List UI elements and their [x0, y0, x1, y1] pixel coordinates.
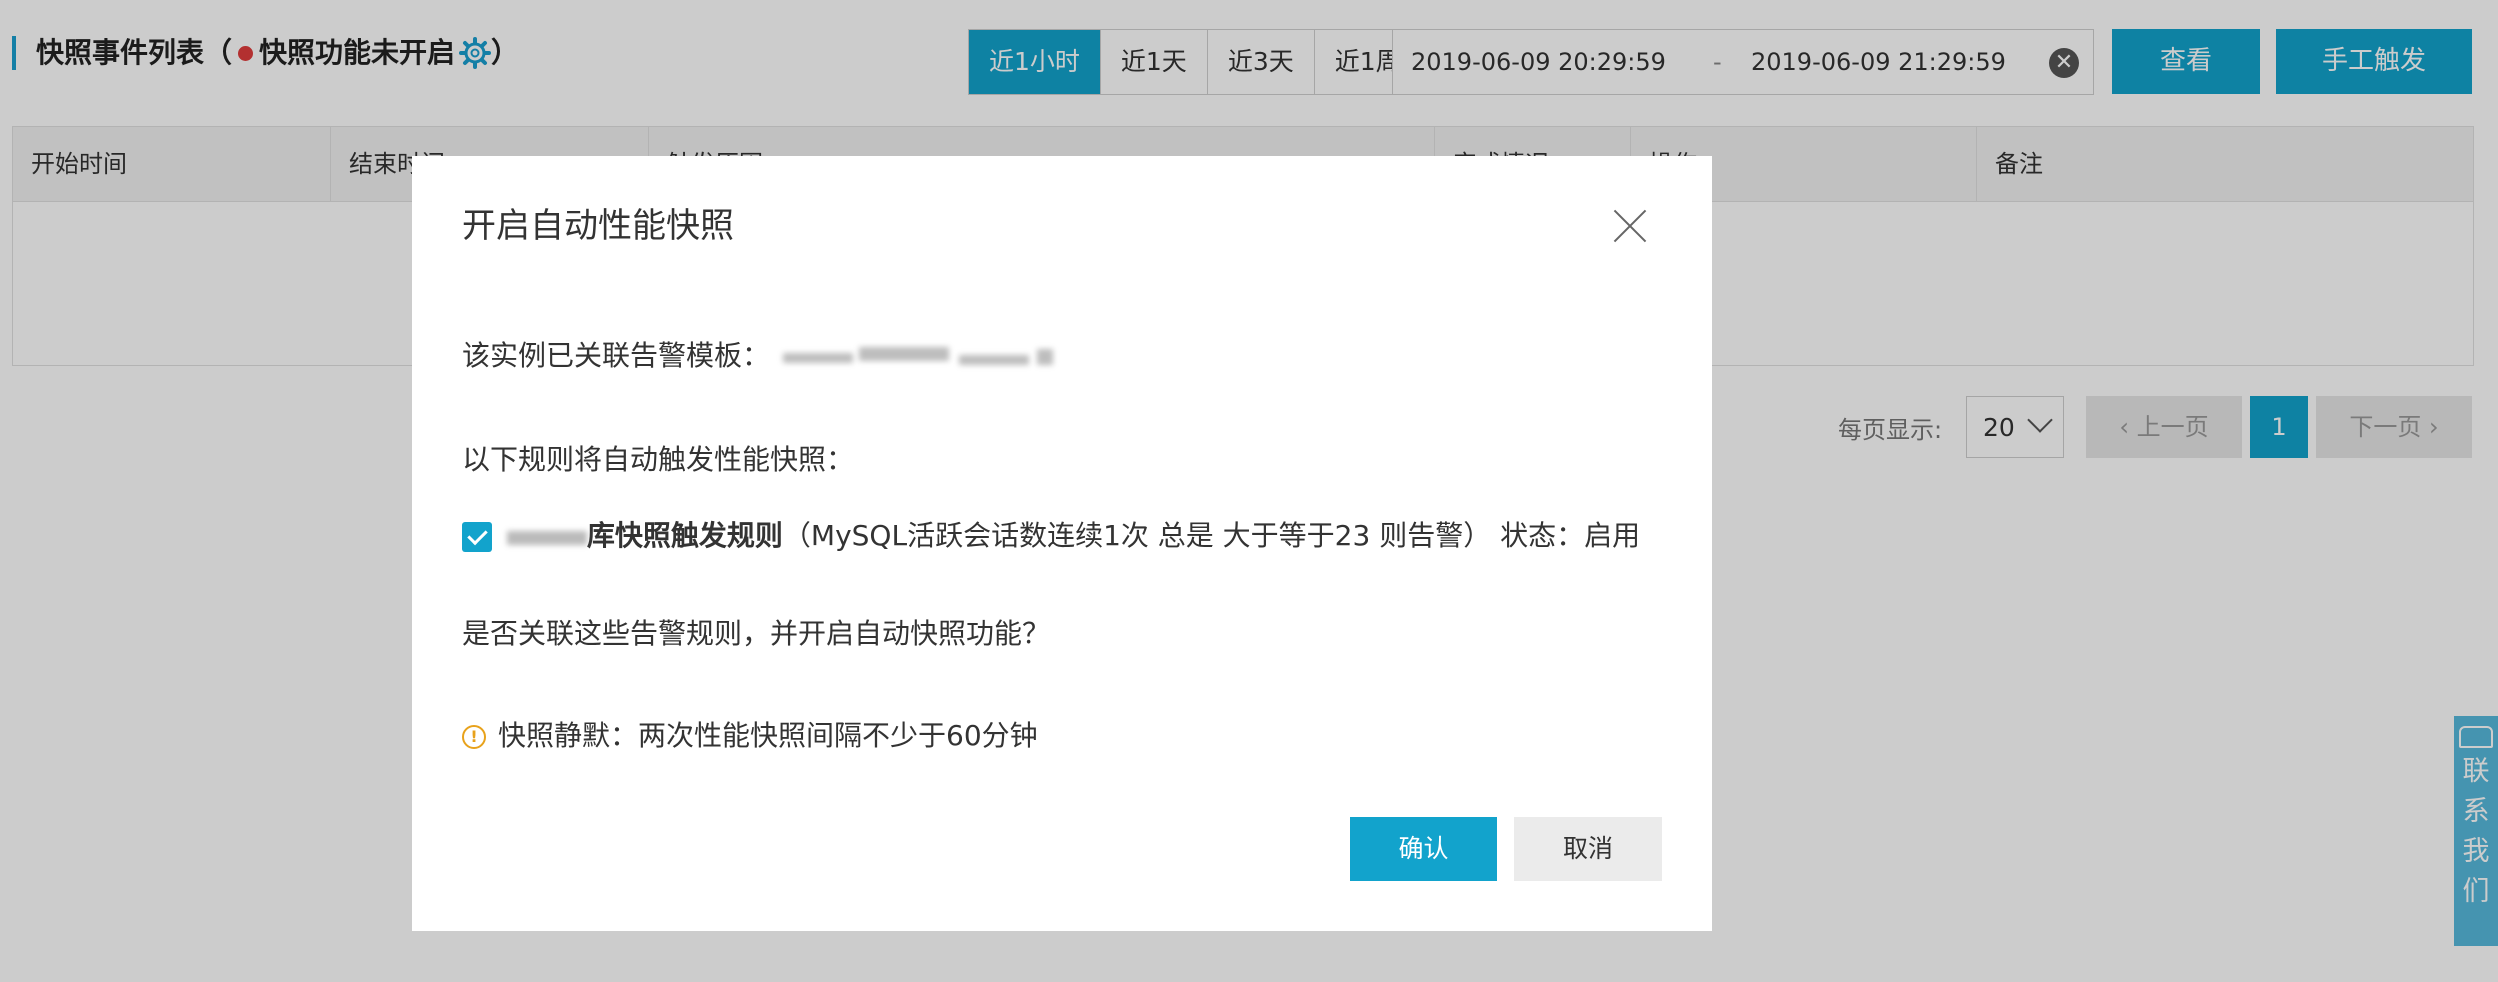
alert-template-label: 该实例已关联告警模板： [462, 339, 771, 372]
rule-detail: （MySQL活跃会话数连续1次 总是 大于等于23 则告警） 状态：启用 [782, 519, 1641, 552]
alert-template-row: 该实例已关联告警模板： [462, 334, 1061, 375]
alert-rule-item: 库快照触发规则（MySQL活跃会话数连续1次 总是 大于等于23 则告警） 状态… [462, 514, 1640, 554]
dialog-title: 开启自动性能快照 [462, 206, 734, 246]
silence-note-text: 快照静默：两次性能快照间隔不少于60分钟 [498, 719, 1038, 752]
enable-auto-snapshot-dialog: 开启自动性能快照 该实例已关联告警模板： 以下规则将自动触发性能快照： 库快照触… [412, 156, 1712, 931]
snapshot-silence-note: ! 快照静默：两次性能快照间隔不少于60分钟 [462, 714, 1038, 754]
confirm-question: 是否关联这些告警规则，并开启自动快照功能？ [462, 617, 1051, 650]
close-icon[interactable] [1612, 208, 1648, 244]
cancel-button[interactable]: 取消 [1514, 817, 1662, 881]
redacted-template-name [779, 339, 1061, 375]
rule-name: 库快照触发规则 [586, 519, 783, 552]
rule-checkbox[interactable] [462, 522, 492, 552]
rules-intro: 以下规则将自动触发性能快照： [462, 443, 855, 476]
confirm-button[interactable]: 确认 [1350, 817, 1497, 881]
warning-icon: ! [462, 725, 486, 749]
redacted-rule-prefix [506, 523, 587, 551]
